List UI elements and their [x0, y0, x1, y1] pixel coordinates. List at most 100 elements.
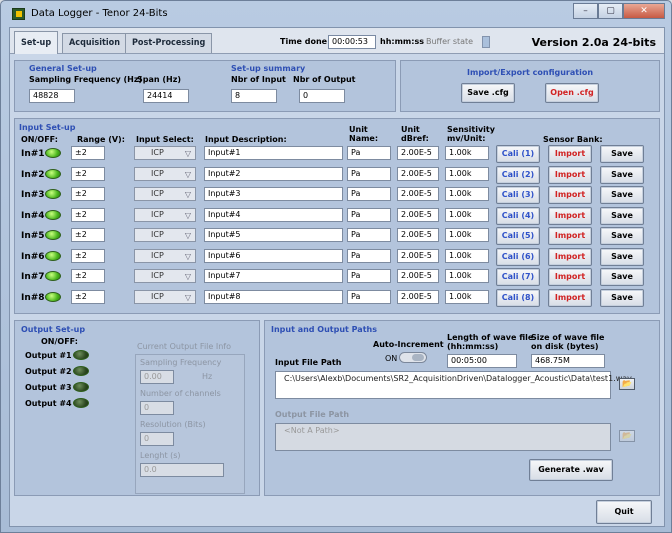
input-save-button[interactable]: Save [600, 268, 644, 286]
input-description-field[interactable]: Input#7 [204, 269, 343, 283]
generate-wav-button[interactable]: Generate .wav [529, 459, 613, 481]
input-cali-button[interactable]: Cali (1) [496, 145, 540, 163]
input-onoff-led[interactable] [45, 209, 61, 220]
minimize-button[interactable]: – [573, 3, 598, 19]
input-unit-name-field[interactable]: Pa [347, 146, 391, 160]
input-unit-name-field[interactable]: Pa [347, 248, 391, 263]
input-sensitivity-field[interactable]: 1.00k [445, 248, 489, 263]
input-range-field[interactable]: ±2 [71, 248, 105, 263]
input-description-field[interactable]: Input#2 [204, 166, 343, 181]
input-sensitivity-field[interactable]: 1.00k [445, 187, 489, 201]
tab-acquisition[interactable]: Acquisition [62, 33, 127, 53]
input-sensitivity-field[interactable]: 1.00k [445, 269, 489, 283]
input-unit-dbref-field[interactable]: 2.00E-5 [397, 269, 439, 283]
input-path-field[interactable]: C:\Users\Alexb\Documents\SR2_Acquisition… [275, 371, 632, 399]
input-cali-button[interactable]: Cali (8) [496, 288, 540, 307]
output-3-led[interactable] [73, 382, 89, 392]
auto-increment-toggle[interactable] [399, 352, 427, 363]
input-cali-button[interactable]: Cali (7) [496, 268, 540, 286]
input-unit-name-field[interactable]: Pa [347, 166, 391, 181]
input-save-button[interactable]: Save [600, 145, 644, 163]
input-range-field[interactable]: ±2 [71, 207, 105, 222]
sampling-frequency-field[interactable]: 48828 [29, 89, 75, 103]
output-1-led[interactable] [73, 350, 89, 360]
input-description-field[interactable]: Input#4 [204, 207, 343, 222]
input-description-field[interactable]: Input#5 [204, 228, 343, 242]
input-sensitivity-field[interactable]: 1.00k [445, 289, 489, 304]
maximize-button[interactable]: ▢ [598, 3, 623, 19]
input-unit-dbref-field[interactable]: 2.00E-5 [397, 289, 439, 304]
input-sensitivity-field[interactable]: 1.00k [445, 166, 489, 181]
input-description-field[interactable]: Input#6 [204, 248, 343, 263]
input-onoff-led[interactable] [45, 189, 61, 199]
input-description-field[interactable]: Input#3 [204, 187, 343, 201]
input-import-button[interactable]: Import [548, 186, 592, 204]
input-import-button[interactable]: Import [548, 145, 592, 163]
input-save-button[interactable]: Save [600, 288, 644, 307]
input-import-button[interactable]: Import [548, 247, 592, 266]
input-select-dropdown[interactable]: ICP ▽ [134, 146, 196, 160]
input-range-field[interactable]: ±2 [71, 187, 105, 201]
input-range-field[interactable]: ±2 [71, 269, 105, 283]
output-4-led[interactable] [73, 398, 89, 408]
input-select-dropdown[interactable]: ICP ▽ [134, 187, 196, 201]
input-cali-button[interactable]: Cali (6) [496, 247, 540, 266]
input-range-field[interactable]: ±2 [71, 289, 105, 304]
input-unit-name-field[interactable]: Pa [347, 228, 391, 242]
input-unit-name-field[interactable]: Pa [347, 207, 391, 222]
input-save-button[interactable]: Save [600, 165, 644, 184]
input-onoff-led[interactable] [45, 148, 61, 158]
quit-button[interactable]: Quit [596, 500, 652, 524]
close-button[interactable]: ✕ [623, 3, 665, 19]
input-onoff-led[interactable] [45, 271, 61, 281]
input-save-button[interactable]: Save [600, 206, 644, 225]
input-cali-button[interactable]: Cali (2) [496, 165, 540, 184]
input-sensitivity-field[interactable]: 1.00k [445, 228, 489, 242]
input-select-dropdown[interactable]: ICP ▽ [134, 289, 196, 304]
input-unit-name-field[interactable]: Pa [347, 187, 391, 201]
input-cali-button[interactable]: Cali (5) [496, 227, 540, 245]
input-unit-dbref-field[interactable]: 2.00E-5 [397, 187, 439, 201]
input-unit-dbref-field[interactable]: 2.00E-5 [397, 166, 439, 181]
input-range-field[interactable]: ±2 [71, 166, 105, 181]
input-import-button[interactable]: Import [548, 288, 592, 307]
browse-input-folder-icon[interactable]: 📂 [619, 378, 635, 390]
input-import-button[interactable]: Import [548, 268, 592, 286]
input-description-field[interactable]: Input#1 [204, 146, 343, 160]
input-select-dropdown[interactable]: ICP ▽ [134, 269, 196, 283]
input-unit-name-field[interactable]: Pa [347, 289, 391, 304]
tab-setup[interactable]: Set-up [14, 31, 59, 54]
out-channels-field: 0 [140, 401, 174, 415]
input-import-button[interactable]: Import [548, 227, 592, 245]
input-select-dropdown[interactable]: ICP ▽ [134, 207, 196, 222]
tab-post-processing[interactable]: Post-Processing [125, 33, 213, 53]
input-unit-dbref-field[interactable]: 2.00E-5 [397, 207, 439, 222]
input-range-field[interactable]: ±2 [71, 146, 105, 160]
input-import-button[interactable]: Import [548, 206, 592, 225]
input-onoff-led[interactable] [45, 230, 61, 240]
input-select-dropdown[interactable]: ICP ▽ [134, 248, 196, 263]
input-onoff-led[interactable] [45, 250, 61, 261]
input-save-button[interactable]: Save [600, 227, 644, 245]
input-range-field[interactable]: ±2 [71, 228, 105, 242]
input-onoff-led[interactable] [45, 291, 61, 302]
input-unit-dbref-field[interactable]: 2.00E-5 [397, 248, 439, 263]
input-cali-button[interactable]: Cali (3) [496, 186, 540, 204]
open-cfg-button[interactable]: Open .cfg [545, 83, 599, 103]
input-onoff-led[interactable] [45, 168, 61, 179]
input-save-button[interactable]: Save [600, 186, 644, 204]
input-unit-name-field[interactable]: Pa [347, 269, 391, 283]
input-import-button[interactable]: Import [548, 165, 592, 184]
input-sensitivity-field[interactable]: 1.00k [445, 146, 489, 160]
input-save-button[interactable]: Save [600, 247, 644, 266]
input-select-dropdown[interactable]: ICP ▽ [134, 166, 196, 181]
output-2-led[interactable] [73, 366, 89, 376]
save-cfg-button[interactable]: Save .cfg [461, 83, 515, 103]
input-sensitivity-field[interactable]: 1.00k [445, 207, 489, 222]
input-cali-button[interactable]: Cali (4) [496, 206, 540, 225]
input-unit-dbref-field[interactable]: 2.00E-5 [397, 146, 439, 160]
input-description-field[interactable]: Input#8 [204, 289, 343, 304]
wave-length-field[interactable]: 00:05:00 [447, 354, 517, 368]
input-unit-dbref-field[interactable]: 2.00E-5 [397, 228, 439, 242]
input-select-dropdown[interactable]: ICP ▽ [134, 228, 196, 242]
